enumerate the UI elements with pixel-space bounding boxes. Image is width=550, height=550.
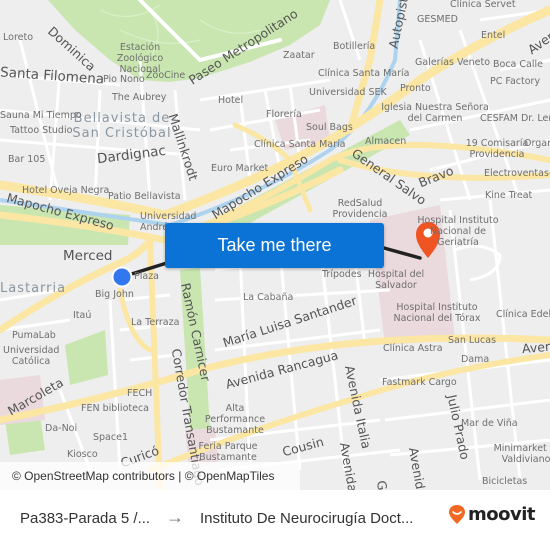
poi-label[interactable]: Hospital del Salvador: [367, 269, 425, 292]
poi-label[interactable]: CESFAM Dr. Leng: [480, 113, 550, 125]
poi-label[interactable]: Iglesia Nuestra Señora del Carmen: [380, 102, 490, 125]
poi-label[interactable]: Soul Bags: [306, 122, 353, 134]
poi-label[interactable]: Universidad SEK: [309, 87, 387, 99]
poi-label[interactable]: GESMED: [417, 14, 458, 26]
poi-label[interactable]: Hotel: [218, 95, 243, 107]
poi-label[interactable]: Hotel Oveja Negra: [22, 185, 109, 197]
district-label: Bellavista de San Cristóbal: [72, 111, 172, 141]
poi-label[interactable]: Florería: [266, 109, 302, 121]
poi-label[interactable]: Clínica Servet: [450, 0, 516, 11]
poi-label[interactable]: Feria Parque Bustamante: [198, 441, 258, 464]
poi-label[interactable]: Boca Calle: [493, 59, 543, 71]
park-universidad-catolica: [65, 330, 108, 385]
poi-label[interactable]: Sauna Mi Tiempo: [0, 110, 82, 122]
poi-label[interactable]: Space1: [93, 432, 128, 444]
poi-label[interactable]: Almacen: [365, 136, 406, 148]
arrow-right-icon: →: [166, 507, 184, 527]
poi-label[interactable]: Euro Market: [211, 163, 268, 175]
poi-label[interactable]: Botillería: [333, 41, 375, 53]
moovit-pin-icon: [449, 504, 465, 524]
poi-label[interactable]: Entel: [481, 30, 505, 42]
poi-label[interactable]: Galerías Veneto: [415, 57, 490, 69]
poi-label[interactable]: Trípodes: [322, 269, 362, 281]
poi-label[interactable]: Hospital Instituto Nacional del Tórax: [392, 302, 482, 325]
poi-label[interactable]: Zaatar: [283, 50, 315, 62]
street-label: Merced: [63, 248, 113, 264]
poi-label[interactable]: Big John: [95, 289, 134, 301]
poi-label[interactable]: Pio Nono: [103, 74, 145, 86]
map-attribution: © OpenStreetMap contributors | © OpenMap…: [0, 462, 300, 490]
poi-label[interactable]: 19 Comisaría Providencia: [462, 138, 532, 161]
map-view[interactable]: Dominica Santa Filomena Paseo Metropolit…: [0, 0, 550, 490]
poi-label[interactable]: San Lucas: [448, 335, 496, 347]
poi-label[interactable]: Minimarket El Valdiviano: [486, 443, 550, 466]
poi-label[interactable]: Clínica Santa María: [254, 139, 345, 151]
poi-label[interactable]: FECH: [127, 388, 152, 400]
poi-label[interactable]: Clínica Santa María: [318, 68, 409, 80]
street-label: Gi: [373, 479, 391, 490]
poi-label[interactable]: FEN biblioteca: [81, 403, 149, 415]
poi-label[interactable]: Fastmark Cargo: [382, 377, 457, 389]
attribution-text[interactable]: © OpenStreetMap contributors | © OpenMap…: [12, 469, 274, 483]
poi-label[interactable]: ZooCine: [146, 70, 185, 82]
poi-label[interactable]: Alta Performance Bustamante: [196, 403, 274, 437]
poi-label[interactable]: Da-Noi: [45, 423, 77, 435]
poi-label[interactable]: Bicicletas: [482, 476, 527, 488]
poi-label[interactable]: Kine Treat: [485, 190, 532, 202]
poi-label[interactable]: Patio Bellavista: [108, 191, 181, 203]
poi-label[interactable]: Clínica Edelweiss: [496, 309, 550, 321]
poi-label[interactable]: La Terraza: [131, 317, 179, 329]
poi-label[interactable]: La Cabaña: [243, 292, 293, 304]
route-footer: Pa383-Parada 5 /... → Instituto De Neuro…: [0, 490, 550, 550]
destination-name: Instituto De Neurocirugía Doct...: [200, 510, 414, 527]
district-label: Lastarria: [0, 281, 67, 296]
moovit-logo[interactable]: moovit: [448, 504, 536, 525]
poi-label[interactable]: Loreto: [3, 32, 33, 44]
poi-label[interactable]: Universidad Católica: [3, 345, 59, 368]
moovit-wordmark: moovit: [468, 504, 536, 525]
street-label: Avenida: [521, 336, 550, 357]
poi-label[interactable]: Clínica Astra: [383, 343, 443, 355]
origin-stop-name: Pa383-Parada 5 /...: [20, 510, 151, 527]
take-me-there-button[interactable]: Take me there: [165, 223, 384, 268]
origin-marker: [111, 266, 133, 288]
poi-label[interactable]: Plaza: [134, 271, 159, 283]
poi-label[interactable]: Tattoo Studio: [10, 125, 72, 137]
poi-label[interactable]: Bar 105: [8, 154, 45, 166]
poi-label[interactable]: Dama: [461, 354, 489, 366]
poi-label[interactable]: Organ: [524, 138, 550, 150]
poi-label[interactable]: PumaLab: [12, 330, 56, 342]
poi-label[interactable]: Itaú: [73, 310, 91, 322]
poi-label[interactable]: RedSalud Providencia: [330, 198, 390, 221]
poi-label[interactable]: Mar de Viña: [461, 418, 518, 430]
poi-label[interactable]: Kiosco: [67, 449, 98, 461]
poi-label[interactable]: Electroventas-cl: [484, 168, 550, 180]
poi-label[interactable]: Pronto: [400, 83, 431, 95]
poi-label[interactable]: PC Factory: [490, 76, 540, 88]
poi-label[interactable]: Hospital Instituto Nacional de Geriatría: [408, 215, 508, 249]
poi-label[interactable]: The Aubrey: [112, 92, 166, 104]
